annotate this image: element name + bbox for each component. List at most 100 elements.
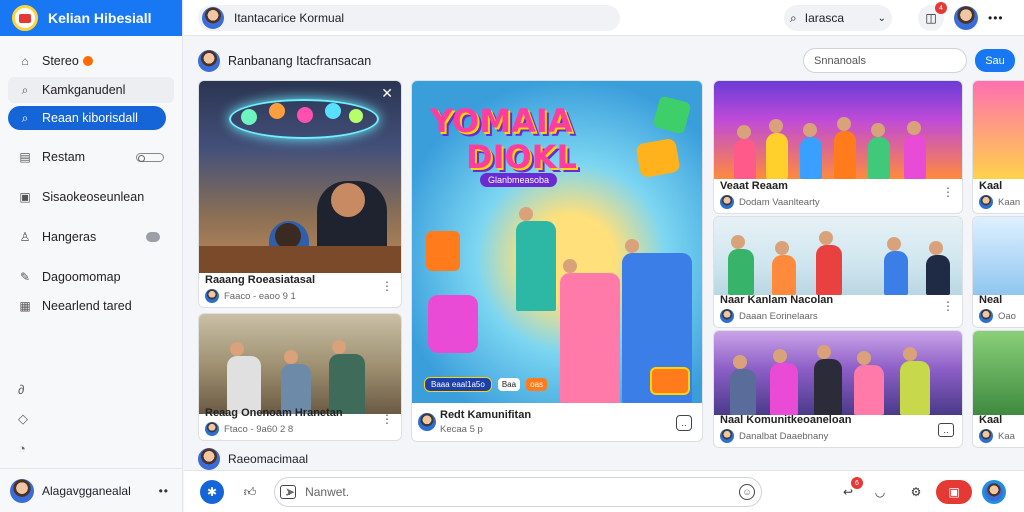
comment-icon[interactable]: ‥ [938,423,954,437]
sidebar-item-label: Stereo [42,54,79,68]
avatar [10,478,34,503]
sidebar-item-kamkganudenl[interactable]: ⌕ Kamkganudenl [8,77,174,103]
post-meta-text: Kaa [998,430,1015,442]
like-icon[interactable]: 👍︎ [238,480,262,504]
compose-button[interactable]: ✱ [200,480,224,504]
feed-heading: Ranbanang Itacfransacan [228,54,372,68]
chevron-down-icon: ⌄ [877,12,886,24]
post-caption: Neal Oao [973,290,1024,327]
more-vertical-icon[interactable]: ⋮ [381,412,393,426]
post-meta-text: Dodam Vaanltearty [739,196,820,208]
primary-button[interactable]: Sau [975,49,1015,72]
sidebar-item-reaan-kiborisdall[interactable]: ⌕ Reaan kiborisdall [8,106,166,130]
edit-icon: ✎ [19,270,31,284]
clock-icon[interactable]: ◔ [18,441,28,456]
post-image [973,217,1024,295]
game-chip[interactable]: oas [526,378,547,391]
message-input[interactable]: ➤ Nanwet. ☺ [274,477,762,507]
comment-icon[interactable]: ‥ [676,415,692,431]
avatar [198,448,220,470]
settings-icon[interactable]: ⚙ [904,480,928,504]
notification-badge: 4 [935,2,947,14]
post-meta: Ftaco - 9a60 2 8 [205,422,395,436]
post-caption: Kaal Kaa [973,410,1024,447]
sidebar-item-restam[interactable]: ▤ Restam [8,144,174,170]
post-title: Kaal [979,180,1003,192]
notification-dot [82,56,93,66]
post-card[interactable]: Kaal Kaa [972,330,1024,448]
shield-icon[interactable]: ◡ [868,480,892,504]
sidebar-item-label: Restam [42,150,86,164]
post-card[interactable]: Veaat Reaam Dodam Vaanltearty ⋮ [713,80,963,214]
shield-icon[interactable]: ◇ [18,411,28,427]
post-meta-text: Faaco - eaoo 9 1 [224,290,296,302]
bookmark-icon: ▤ [19,150,31,164]
sidebar-item-hangeras[interactable]: ♙ Hangeras [8,224,174,250]
bottom-section-header: Raeomacimaal [198,448,308,470]
featured-game-card[interactable]: YOMAIA DIOKL Glanbmeasoba Baaa eaal1a5o … [411,80,703,442]
live-button[interactable]: ▣ [936,480,972,504]
sidebar-item-dagoomomap[interactable]: ✎ Dagoomomap [8,264,174,290]
search-icon: ⌕ [21,82,29,97]
post-title: Redt Kamunifitan [440,409,532,421]
app-name: Kelian Hibesiall [48,10,152,26]
post-card[interactable]: Reaag Onenoam Hranetan Ftaco - 9a60 2 8 … [198,313,402,441]
save-icon: ▣ [19,190,31,204]
post-caption: Naal Komunitkeoaneloan Danalbat Daaebnan… [714,410,962,447]
more-icon[interactable]: ••• [988,11,1004,25]
sidebar-user[interactable]: Alagavgganealal •• [0,468,183,512]
post-image [714,217,962,295]
post-meta: Kecaa 5 p [440,424,483,435]
reaction-icon[interactable]: ↩ 6 [836,477,863,504]
more-vertical-icon[interactable]: ⋮ [942,299,954,313]
game-chip[interactable]: Baaa eaal1a5o [424,377,492,392]
announce-input[interactable]: Snnanoals [803,48,967,73]
post-title: Naal Komunitkeoaneloan [720,414,852,426]
post-image [199,314,401,414]
avatar[interactable] [982,480,1006,504]
sidebar-item-sisaokeoseunlean[interactable]: ▣ Sisaokeoseunlean [8,184,174,210]
sidebar-item-neearlend-tared[interactable]: ▦ Neearlend tared [8,293,174,319]
send-icon[interactable]: ➤ [285,485,295,499]
link-icon[interactable]: ∂ [18,382,28,397]
post-card[interactable]: ✕ Raaang Roeasiatasal Faaco - eaoo 9 1 ⋮ [198,80,402,308]
brand-bar[interactable]: Kelian Hibesiall [0,0,182,36]
search-icon: ⌕ [21,110,29,125]
avatar [979,429,993,443]
sidebar-item-stereo[interactable]: ⌂ Stereo [8,48,174,74]
user-name: Alagavgganealal [42,483,131,498]
bell-icon: ◫ [925,11,937,25]
close-icon[interactable]: ✕ [381,85,393,102]
post-card[interactable]: Naal Komunitkeoaneloan Danalbat Daaebnan… [713,330,963,448]
toggle-switch[interactable] [136,152,164,162]
post-card[interactable]: Neal Oao [972,216,1024,328]
more-vertical-icon[interactable]: ⋮ [942,185,954,199]
search-dropdown[interactable]: ⌕ Iarasca ⌄ [784,5,892,31]
game-banner: YOMAIA DIOKL Glanbmeasoba Baaa eaal1a5o … [412,81,702,403]
more-icon[interactable]: •• [159,484,169,498]
game-title: YOMAIA DIOKL [430,102,577,176]
sidebar-utility-icons: ∂ ◇ ◔ [18,382,28,456]
top-search-field[interactable]: Itantacarice Kormual [198,5,620,31]
emoji-icon[interactable]: ☺ [739,484,755,500]
game-controls: Baaa eaal1a5o Baa oas [424,377,547,392]
post-card[interactable]: Kaal Kaan [972,80,1024,214]
feed-header: Ranbanang Itacfransacan [198,50,371,72]
post-meta: Kaa [979,429,1024,443]
notifications-button[interactable]: ◫ 4 [918,2,947,31]
post-title: Reaag Onenoam Hranetan [205,407,343,419]
post-card[interactable]: Naar Kanlam Nacolan Daaan Eorinelaars ⋮ [713,216,963,328]
post-caption: Kaal Kaan [973,176,1024,213]
game-chip[interactable]: Baa [497,378,521,391]
bottom-heading: Raeomacimaal [228,452,309,466]
post-caption: Raaang Roeasiatasal Faaco - eaoo 9 1 [199,270,401,307]
sidebar-item-label: Dagoomomap [42,270,121,284]
sidebar-item-label: Kamkganudenl [42,83,126,97]
post-meta-text: Danalbat Daaebnany [739,430,829,442]
post-image [973,81,1024,179]
top-bar: Itantacarice Kormual ⌕ Iarasca ⌄ ◫ 4 ••• [184,0,1024,36]
post-image [714,81,962,179]
more-vertical-icon[interactable]: ⋮ [381,279,393,293]
avatar[interactable] [954,6,978,30]
notification-badge: 6 [851,477,863,489]
